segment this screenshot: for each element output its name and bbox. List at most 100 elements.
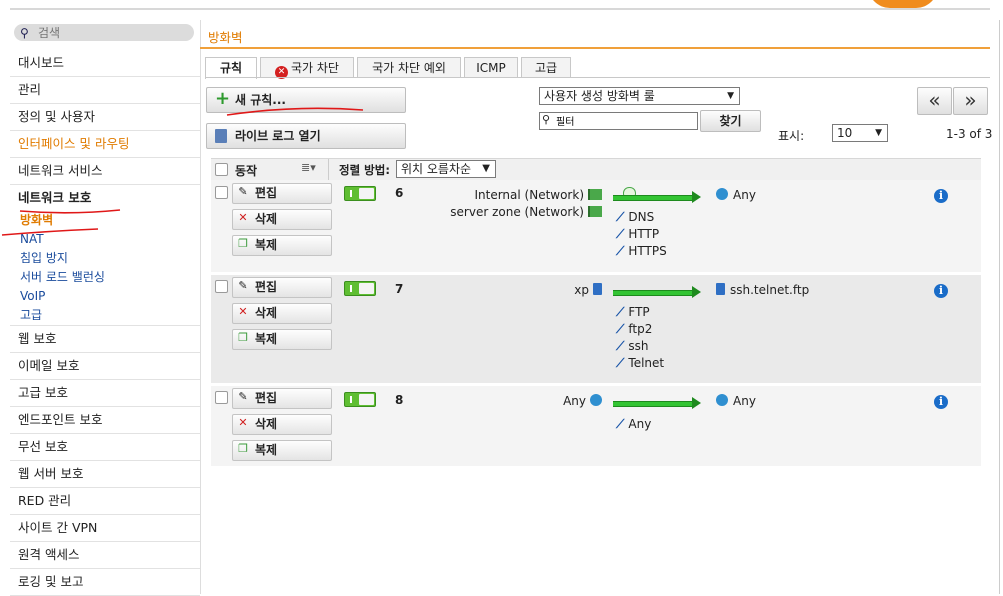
rule-toggle[interactable] [344, 281, 376, 296]
table-row[interactable]: ✎ 편집 ✕ 삭제 ❐ 복제 7 xp ⟋ FTP ⟋ ftp2 ⟋ ssh ⟋ Telnet… [211, 275, 981, 383]
sort-value: 위치 오름차순 [401, 162, 472, 176]
tab-underline [205, 77, 990, 78]
copy-button[interactable]: ❐ 복제 [232, 329, 332, 350]
rule-filter-select[interactable]: 사용자 생성 방화벽 룰 ▼ [539, 87, 740, 105]
edit-button[interactable]: ✎ 편집 [232, 277, 332, 298]
sidebar-item-dashboard[interactable]: 대시보드 [10, 50, 200, 77]
tab-advanced[interactable]: 고급 [521, 57, 571, 78]
page-size-select[interactable]: 10 ▼ [832, 124, 888, 142]
destination-label: ssh.telnet.ftp [730, 283, 810, 297]
sidebar-subitem-load-balancing[interactable]: 서버 로드 밸런싱 [10, 268, 200, 287]
row-checkbox[interactable] [215, 186, 228, 199]
tab-rules[interactable]: 규칙 [205, 57, 257, 79]
row-checkbox[interactable] [215, 280, 228, 293]
rule-direction-arrow [613, 191, 701, 203]
edit-button[interactable]: ✎ 편집 [232, 183, 332, 204]
column-menu-icon[interactable]: ≣▾ [301, 161, 316, 174]
edit-button[interactable]: ✎ 편집 [232, 388, 332, 409]
rule-service[interactable]: ⟋ Telnet [616, 356, 664, 371]
sidebar-item-webserver-protection[interactable]: 웹 서버 보호 [10, 461, 200, 488]
source-label: server zone (Network) [450, 205, 584, 219]
rule-service[interactable]: ⟋ ssh [616, 339, 649, 354]
sidebar-item-logging-reporting[interactable]: 로깅 및 보고 [10, 569, 200, 596]
globe-icon [590, 394, 602, 406]
red-annotation-new-rule [226, 107, 364, 116]
service-icon: ⟋ [616, 305, 625, 319]
rule-destination[interactable]: Any [716, 394, 756, 408]
info-icon[interactable]: i [934, 395, 948, 409]
page-title: 방화벽 [208, 30, 243, 45]
sidebar-item-network-services[interactable]: 네트워크 서비스 [10, 158, 200, 185]
rule-source[interactable]: server zone (Network) [450, 205, 602, 219]
sidebar-subitem-voip[interactable]: VoIP [10, 287, 200, 306]
sidebar-item-advanced-protection[interactable]: 고급 보호 [10, 380, 200, 407]
table-row[interactable]: ✎ 편집 ✕ 삭제 ❐ 복제 8 Any ⟋ Any Any i [211, 386, 981, 466]
rule-source[interactable]: Any [563, 394, 602, 408]
sidebar-item-management[interactable]: 관리 [10, 77, 200, 104]
page-size-value: 10 [837, 126, 853, 140]
prev-page-button[interactable]: « [917, 87, 952, 115]
copy-button[interactable]: ❐ 복제 [232, 440, 332, 461]
destination-label: Any [733, 394, 756, 408]
rule-source[interactable]: xp [574, 283, 602, 297]
sort-select[interactable]: 위치 오름차순 ▼ [396, 160, 496, 178]
delete-icon: ✕ [238, 416, 248, 429]
copy-button[interactable]: ❐ 복제 [232, 235, 332, 256]
tab-country-blocking-exceptions[interactable]: 국가 차단 예외 [357, 57, 461, 78]
rule-toggle[interactable] [344, 186, 376, 201]
rule-service[interactable]: ⟋ DNS [616, 210, 654, 225]
sidebar-item-wireless-protection[interactable]: 무선 보호 [10, 434, 200, 461]
rule-filter-value: 사용자 생성 방화벽 룰 [544, 89, 655, 103]
rule-service[interactable]: ⟋ HTTP [616, 227, 659, 242]
table-header: 동작 ≣▾ 정렬 방법: 위치 오름차순 ▼ [211, 158, 981, 181]
delete-button[interactable]: ✕ 삭제 [232, 303, 332, 324]
rule-service[interactable]: ⟋ FTP [616, 305, 650, 320]
tab-country-blocking[interactable]: ✕ 국가 차단 [260, 57, 354, 79]
toggle-knob [359, 394, 374, 405]
sidebar: ⚲ 대시보드 관리 정의 및 사용자 인터페이스 및 라우팅 네트워크 서비스 … [10, 20, 201, 596]
network-icon [588, 189, 602, 200]
copy-icon: ❐ [238, 331, 248, 344]
delete-label: 삭제 [255, 306, 278, 320]
next-page-button[interactable]: » [953, 87, 988, 115]
copy-icon: ❐ [238, 442, 248, 455]
delete-button[interactable]: ✕ 삭제 [232, 209, 332, 230]
delete-button[interactable]: ✕ 삭제 [232, 414, 332, 435]
network-icon [588, 206, 602, 217]
info-icon[interactable]: i [934, 284, 948, 298]
rule-search-field[interactable]: ⚲ [539, 112, 698, 130]
chevron-down-icon: ▼ [727, 91, 734, 101]
select-all-checkbox[interactable] [215, 163, 228, 176]
find-button[interactable]: 찾기 [700, 110, 761, 132]
rule-source[interactable]: Internal (Network) [474, 188, 602, 202]
sidebar-item-definitions-users[interactable]: 정의 및 사용자 [10, 104, 200, 131]
sidebar-item-interfaces-routing[interactable]: 인터페이스 및 라우팅 [10, 131, 200, 158]
sidebar-item-web-protection[interactable]: 웹 보호 [10, 326, 200, 353]
rule-service[interactable]: ⟋ HTTPS [616, 244, 667, 259]
sidebar-subitem-intrusion-prevention[interactable]: 침입 방지 [10, 249, 200, 268]
tab-label: ICMP [476, 61, 506, 75]
rule-destination[interactable]: Any [716, 188, 756, 202]
sidebar-item-email-protection[interactable]: 이메일 보호 [10, 353, 200, 380]
sidebar-search[interactable]: ⚲ [14, 24, 194, 41]
service-label: FTP [628, 305, 650, 319]
sidebar-menu: 대시보드 관리 정의 및 사용자 인터페이스 및 라우팅 네트워크 서비스 네트… [10, 50, 200, 596]
rule-service[interactable]: ⟋ ftp2 [616, 322, 652, 337]
header-divider [328, 159, 329, 180]
rule-search-input[interactable] [556, 114, 694, 127]
sidebar-item-remote-access[interactable]: 원격 액세스 [10, 542, 200, 569]
rule-service[interactable]: ⟋ Any [616, 417, 651, 432]
sidebar-item-red-management[interactable]: RED 관리 [10, 488, 200, 515]
sidebar-item-site-to-site-vpn[interactable]: 사이트 간 VPN [10, 515, 200, 542]
info-icon[interactable]: i [934, 189, 948, 203]
sidebar-subitem-advanced[interactable]: 고급 [10, 306, 200, 326]
tab-icmp[interactable]: ICMP [464, 57, 518, 78]
table-row[interactable]: ✎ 편집 ✕ 삭제 ❐ 복제 6 Internal (Network) server … [211, 180, 981, 272]
sidebar-search-input[interactable] [36, 25, 190, 41]
rule-destination[interactable]: ssh.telnet.ftp [716, 283, 809, 297]
sidebar-item-endpoint-protection[interactable]: 엔드포인트 보호 [10, 407, 200, 434]
row-checkbox[interactable] [215, 391, 228, 404]
open-live-log-button[interactable]: 라이브 로그 열기 [206, 123, 406, 149]
rule-toggle[interactable] [344, 392, 376, 407]
action-column-header: 동작 [235, 164, 258, 178]
